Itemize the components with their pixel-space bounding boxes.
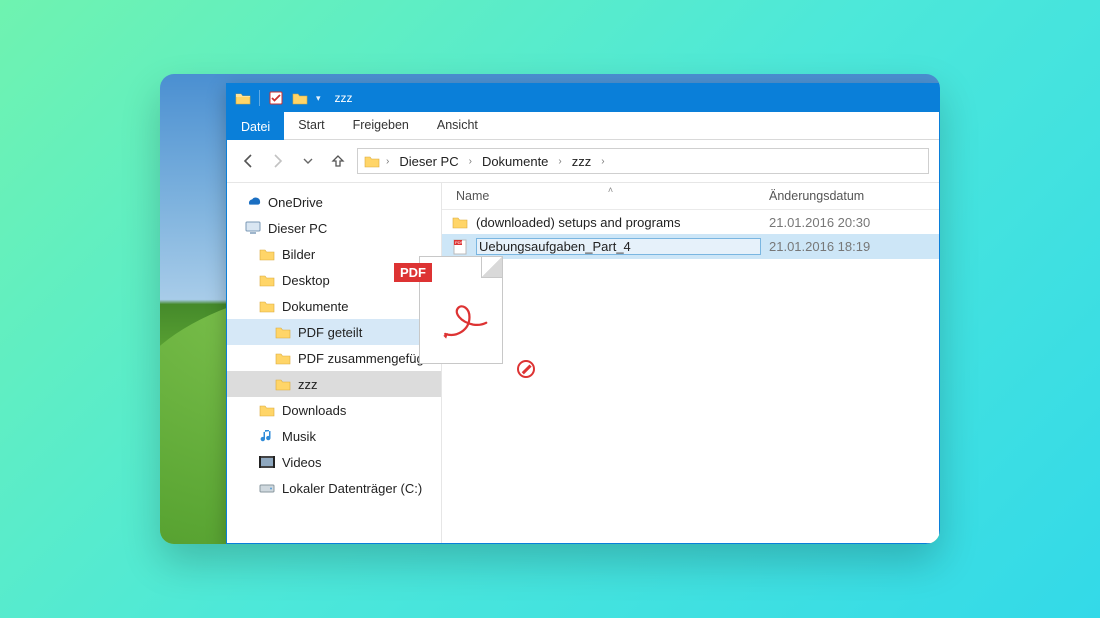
folder-icon (275, 324, 291, 340)
column-modified[interactable]: Änderungsdatum (769, 189, 929, 203)
nav-forward-button[interactable] (267, 150, 289, 172)
tab-file[interactable]: Datei (227, 114, 284, 140)
column-headers[interactable]: ˄ Name Änderungsdatum (442, 183, 939, 210)
address-bar[interactable]: › Dieser PC › Dokumente › zzz › (357, 148, 929, 174)
tree-label: PDF zusammengefügt (298, 351, 427, 366)
tree-label: Videos (282, 455, 322, 470)
video-icon (259, 454, 275, 470)
tree-label: Desktop (282, 273, 330, 288)
file-row[interactable]: (downloaded) setups and programs 21.01.2… (442, 210, 939, 234)
window-title: zzz (335, 91, 353, 105)
explorer-window: ▾ zzz Datei Start Freigeben Ansicht (226, 83, 940, 544)
nav-up-button[interactable] (327, 150, 349, 172)
nav-recent-dropdown[interactable] (297, 150, 319, 172)
chevron-right-icon[interactable]: › (384, 156, 391, 167)
tree-label: OneDrive (268, 195, 323, 210)
column-name: ˄ Name (452, 189, 769, 203)
new-folder-icon[interactable] (292, 90, 308, 106)
file-name: Uebungsaufgaben_Part_4 (476, 238, 761, 255)
folder-icon (275, 376, 291, 392)
tree-item-drive-c[interactable]: Lokaler Datenträger (C:) (227, 475, 441, 501)
tab-start[interactable]: Start (284, 112, 338, 139)
folder-icon (275, 350, 291, 366)
breadcrumb-seg[interactable]: zzz (568, 152, 596, 171)
drive-icon (259, 480, 275, 496)
tree-label: Dieser PC (268, 221, 327, 236)
chevron-right-icon[interactable]: › (556, 156, 563, 167)
folder-icon (452, 214, 468, 230)
folder-icon (259, 402, 275, 418)
tree-label: Dokumente (282, 299, 348, 314)
chevron-right-icon[interactable]: › (467, 156, 474, 167)
tree-label: Musik (282, 429, 316, 444)
tree-label: Bilder (282, 247, 315, 262)
nav-toolbar: › Dieser PC › Dokumente › zzz › (227, 140, 939, 183)
pdf-icon: PDF (452, 239, 468, 255)
navigation-pane: OneDrive Dieser PC Bilder Desktop (227, 183, 442, 543)
quick-access-toolbar: ▾ (235, 90, 321, 106)
qat-dropdown-icon[interactable]: ▾ (316, 93, 321, 104)
onedrive-icon (245, 194, 261, 210)
svg-text:PDF: PDF (455, 240, 464, 245)
ribbon: Datei Start Freigeben Ansicht (227, 112, 939, 140)
tree-item-videos[interactable]: Videos (227, 449, 441, 475)
properties-icon[interactable] (268, 90, 284, 106)
tree-item-zzz[interactable]: zzz (227, 371, 441, 397)
folder-icon (259, 246, 275, 262)
breadcrumb-seg[interactable]: Dieser PC (395, 152, 462, 171)
tree-item-pdf-geteilt[interactable]: PDF geteilt (227, 319, 441, 345)
tree-item-onedrive[interactable]: OneDrive (227, 189, 441, 215)
pc-icon (245, 220, 261, 236)
file-name: (downloaded) setups and programs (476, 215, 761, 230)
file-modified: 21.01.2016 18:19 (769, 239, 929, 254)
folder-icon (364, 153, 380, 169)
tab-freigeben[interactable]: Freigeben (339, 112, 423, 139)
tree-item-this-pc[interactable]: Dieser PC (227, 215, 441, 241)
folder-icon (259, 298, 275, 314)
folder-icon (259, 272, 275, 288)
title-bar: ▾ zzz (227, 84, 939, 112)
tree-item-desktop[interactable]: Desktop (227, 267, 441, 293)
breadcrumb-seg[interactable]: Dokumente (478, 152, 552, 171)
tree-item-downloads[interactable]: Downloads (227, 397, 441, 423)
content-area: OneDrive Dieser PC Bilder Desktop (227, 183, 939, 543)
tree-label: PDF geteilt (298, 325, 362, 340)
desktop-background: ▾ zzz Datei Start Freigeben Ansicht (160, 74, 940, 544)
tree-item-musik[interactable]: Musik (227, 423, 441, 449)
tab-ansicht[interactable]: Ansicht (423, 112, 492, 139)
tree-item-dokumente[interactable]: Dokumente (227, 293, 441, 319)
tree-item-pdf-zusammengefuegt[interactable]: PDF zusammengefügt (227, 345, 441, 371)
tree-item-bilder[interactable]: Bilder (227, 241, 441, 267)
tree-label: Lokaler Datenträger (C:) (282, 481, 422, 496)
folder-icon (235, 90, 251, 106)
tree-label: Downloads (282, 403, 346, 418)
nav-back-button[interactable] (237, 150, 259, 172)
file-modified: 21.01.2016 20:30 (769, 215, 929, 230)
file-list-pane: ˄ Name Änderungsdatum (downloaded) setup… (442, 183, 939, 543)
music-icon (259, 428, 275, 444)
sort-asc-icon: ˄ (608, 185, 613, 195)
file-row[interactable]: PDF Uebungsaufgaben_Part_4 21.01.2016 18… (442, 234, 939, 259)
chevron-right-icon[interactable]: › (599, 156, 606, 167)
tree-label: zzz (298, 377, 318, 392)
